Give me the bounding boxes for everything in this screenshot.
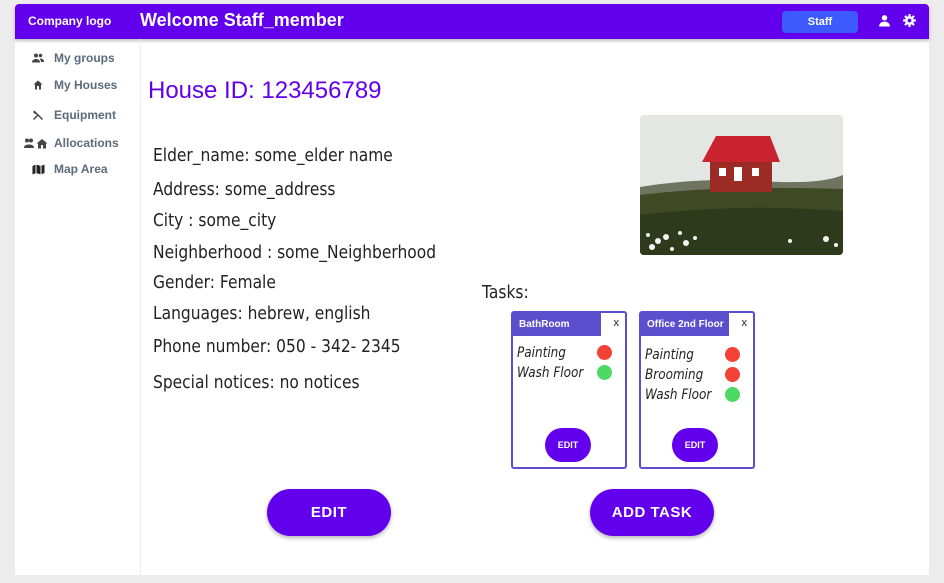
task-card-title: BathRoom <box>513 313 601 336</box>
task-card-office-2nd-floor: Office 2nd Floor x Painting Brooming Was… <box>639 311 755 469</box>
neighberhood-field: Neighberhood : some_Neighberhood <box>153 242 437 263</box>
gender-field: Gender: Female <box>153 272 276 293</box>
edit-house-button[interactable]: EDIT <box>267 489 391 536</box>
task-item: Brooming <box>645 365 745 385</box>
map-icon <box>27 164 49 175</box>
languages-field: Languages: hebrew, english <box>153 303 371 324</box>
task-item: Wash Floor <box>645 385 745 405</box>
address-field: Address: some_address <box>153 179 336 200</box>
task-item: Painting <box>517 343 617 363</box>
person-icon[interactable] <box>878 14 891 27</box>
welcome-title: Welcome Staff_member <box>140 10 344 30</box>
people-home-icon <box>23 138 49 149</box>
elder-name-field: Elder_name: some_elder name <box>153 145 393 166</box>
sidebar-item-equipment[interactable]: Equipment <box>27 108 116 122</box>
home-icon <box>27 80 49 90</box>
add-task-button[interactable]: ADD TASK <box>590 489 714 536</box>
sidebar-item-label: Allocations <box>54 136 119 150</box>
top-app-bar: Company logo Welcome Staff_member Staff <box>15 4 929 39</box>
status-red-dot <box>725 347 740 362</box>
task-name: Wash Floor <box>517 365 584 381</box>
tasks-label: Tasks: <box>482 282 529 303</box>
phone-number-field: Phone number: 050 - 342- 2345 <box>153 336 401 357</box>
task-name: Painting <box>645 347 694 363</box>
group-icon <box>27 53 49 63</box>
card-edit-button[interactable]: EDIT <box>672 428 718 462</box>
sidebar-item-allocations[interactable]: Allocations <box>23 136 119 150</box>
staff-button[interactable]: Staff <box>782 11 858 33</box>
house-photo <box>640 115 843 255</box>
status-green-dot <box>597 365 612 380</box>
status-red-dot <box>597 345 612 360</box>
task-item: Painting <box>645 345 745 365</box>
task-name: Painting <box>517 345 566 361</box>
close-card-button[interactable]: x <box>742 317 748 329</box>
task-card-title: Office 2nd Floor <box>641 313 729 336</box>
task-item: Wash Floor <box>517 363 617 383</box>
card-edit-button[interactable]: EDIT <box>545 428 591 462</box>
special-notices-field: Special notices: no notices <box>153 372 360 393</box>
task-name: Wash Floor <box>645 387 712 403</box>
sidebar-item-label: Map Area <box>54 162 108 176</box>
sidebar-item-label: Equipment <box>54 108 116 122</box>
task-name: Brooming <box>645 367 704 383</box>
sidebar-item-my-houses[interactable]: My Houses <box>27 78 117 92</box>
tools-icon <box>27 109 49 121</box>
city-field: City : some_city <box>153 210 277 231</box>
sidebar-nav: My groups My Houses Equipment Allocation… <box>15 39 141 575</box>
sidebar-item-map-area[interactable]: Map Area <box>27 162 108 176</box>
company-logo[interactable]: Company logo <box>28 14 111 28</box>
close-card-button[interactable]: x <box>614 317 620 329</box>
status-red-dot <box>725 367 740 382</box>
gear-icon[interactable] <box>903 14 916 27</box>
sidebar-item-label: My groups <box>54 51 115 65</box>
sidebar-item-my-groups[interactable]: My groups <box>27 51 115 65</box>
app-window: Company logo Welcome Staff_member Staff … <box>15 4 929 575</box>
house-id-heading: House ID: 123456789 <box>148 77 382 104</box>
status-green-dot <box>725 387 740 402</box>
task-card-bathroom: BathRoom x Painting Wash Floor EDIT <box>511 311 627 469</box>
sidebar-item-label: My Houses <box>54 78 118 92</box>
